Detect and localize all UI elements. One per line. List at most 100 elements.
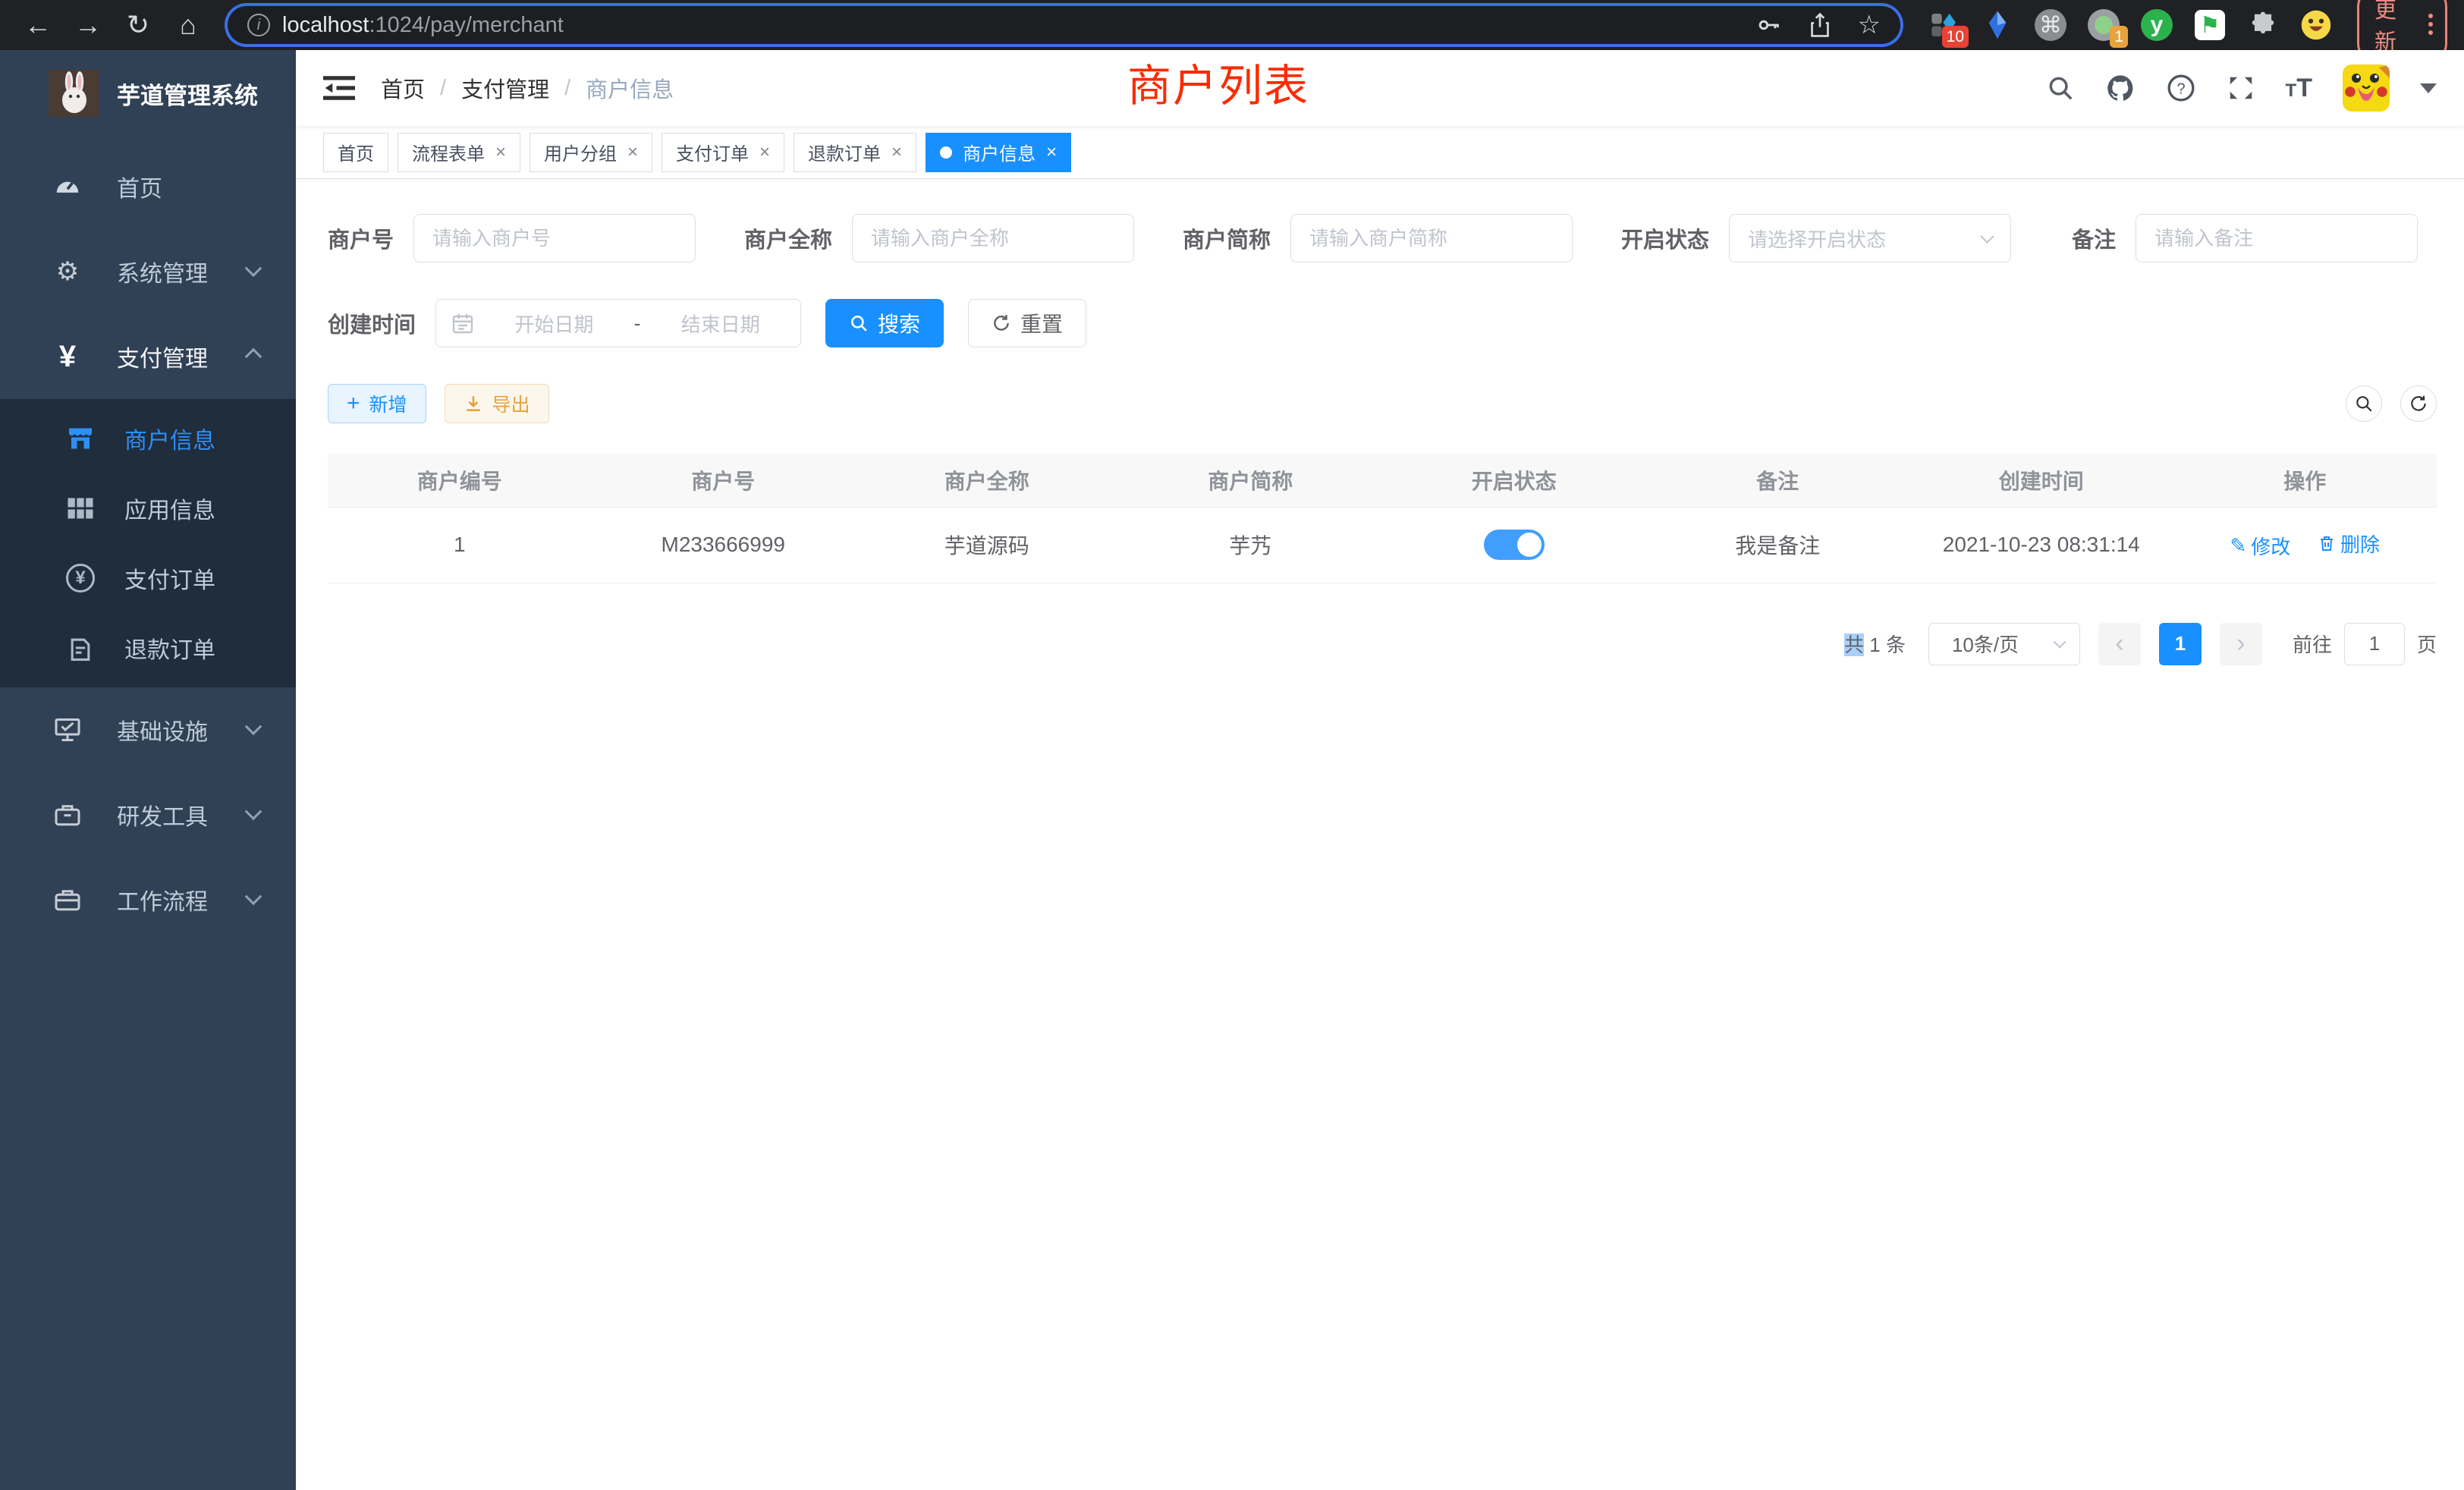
sidebar: 芋道管理系统 首页 ⚙ 系统管理 (0, 50, 296, 1490)
close-icon[interactable]: × (627, 142, 638, 163)
tab-label: 商户信息 (963, 139, 1036, 165)
dashboard-icon (50, 172, 85, 201)
page-info-icon[interactable]: i (247, 14, 270, 36)
sidebar-collapse-icon[interactable] (323, 74, 355, 102)
address-bar[interactable]: i localhost:1024/pay/merchant ☆ (228, 6, 1900, 44)
back-icon[interactable]: ← (17, 4, 59, 46)
forward-icon[interactable]: → (67, 4, 109, 46)
tab-process-form[interactable]: 流程表单 × (398, 133, 520, 172)
avatar-caret-icon[interactable] (2420, 83, 2437, 93)
tab-label: 用户分组 (544, 139, 617, 165)
tab-pay-order[interactable]: 支付订单 × (662, 133, 784, 172)
github-icon[interactable] (2105, 73, 2136, 103)
sidebar-item-label: 基础设施 (117, 713, 208, 747)
close-icon[interactable]: × (495, 142, 506, 163)
app-title: 芋道管理系统 (117, 77, 258, 111)
avatar[interactable] (2343, 64, 2390, 112)
create-time-label: 创建时间 (328, 307, 416, 339)
extension-kite-icon[interactable] (1981, 8, 2014, 42)
close-icon[interactable]: × (1046, 142, 1057, 163)
sidebar-item-system[interactable]: ⚙ 系统管理 (0, 229, 296, 314)
extension-command-icon[interactable]: ⌘ (2034, 8, 2067, 42)
remark-input[interactable] (2136, 214, 2418, 262)
tab-label: 首页 (338, 139, 374, 165)
update-label: 更新 (2374, 0, 2416, 56)
export-button[interactable]: 导出 (445, 384, 549, 423)
help-icon[interactable]: ? (2166, 73, 2196, 103)
sidebar-item-app-info[interactable]: 应用信息 (0, 473, 296, 543)
sidebar-item-label: 研发工具 (117, 798, 208, 831)
col-actions: 操作 (2173, 454, 2437, 507)
table-header-row: 商户编号 商户号 商户全称 商户简称 开启状态 备注 创建时间 操作 (328, 454, 2437, 507)
sidebar-item-home[interactable]: 首页 (0, 144, 296, 229)
full-name-input[interactable] (852, 214, 1134, 262)
search-icon[interactable] (2046, 74, 2075, 102)
sidebar-item-devtools[interactable]: 研发工具 (0, 772, 296, 857)
fullscreen-icon[interactable] (2227, 74, 2255, 102)
tab-user-group[interactable]: 用户分组 × (530, 133, 652, 172)
extension-emoji-icon[interactable] (2299, 8, 2333, 42)
font-size-icon[interactable]: TT (2286, 74, 2312, 103)
tab-merchant-info[interactable]: 商户信息 × (926, 133, 1071, 172)
status-select[interactable]: 请选择开启状态 (1729, 214, 2011, 262)
search-button[interactable]: 搜索 (825, 299, 944, 347)
page-1-button[interactable]: 1 (2159, 623, 2202, 665)
tab-refund-order[interactable]: 退款订单 × (794, 133, 916, 172)
extension-gray-circle-icon[interactable]: 1 (2087, 8, 2120, 42)
sidebar-item-payment[interactable]: ¥ 支付管理 (0, 314, 296, 399)
home-icon[interactable]: ⌂ (167, 4, 209, 46)
close-icon[interactable]: × (891, 142, 902, 163)
chrome-menu-icon[interactable] (2428, 14, 2433, 35)
col-merchant-no: 商户号 (592, 454, 856, 507)
extension-flag-icon[interactable]: ⚑ (2193, 8, 2227, 42)
chevron-down-icon (245, 803, 262, 820)
chevron-down-icon (245, 718, 262, 735)
add-button[interactable]: + 新增 (328, 384, 426, 423)
delete-link[interactable]: 删除 (2318, 530, 2380, 558)
tab-label: 支付订单 (676, 139, 749, 165)
page-size-select[interactable]: 10条/页 (1928, 623, 2080, 665)
sidebar-item-workflow[interactable]: 工作流程 (0, 857, 296, 942)
merchant-table: 商户编号 商户号 商户全称 商户简称 开启状态 备注 创建时间 操作 1 (328, 454, 2437, 583)
sidebar-item-pay-order[interactable]: ¥ 支付订单 (0, 543, 296, 613)
reset-button[interactable]: 重置 (968, 299, 1086, 347)
next-page-button[interactable]: › (2220, 623, 2262, 665)
merchant-no-input[interactable] (413, 214, 696, 262)
short-name-input[interactable] (1290, 214, 1573, 262)
app-logo (49, 70, 99, 117)
tab-home[interactable]: 首页 (323, 133, 388, 172)
status-toggle[interactable] (1484, 530, 1545, 560)
sidebar-item-refund-order[interactable]: 退款订单 (0, 613, 296, 683)
status-label: 开启状态 (1621, 222, 1709, 254)
extension-puzzle-icon[interactable] (2246, 8, 2280, 42)
extension-y-icon[interactable]: y (2140, 8, 2173, 42)
sidebar-item-merchant-info[interactable]: 商户信息 (0, 404, 296, 473)
breadcrumb-payment[interactable]: 支付管理 (461, 72, 549, 104)
reload-icon[interactable]: ↻ (117, 4, 159, 46)
yen-circle-icon: ¥ (59, 564, 102, 593)
table-row: 1 M233666999 芋道源码 芋艿 我是备注 2021-10-23 08:… (328, 507, 2437, 583)
sidebar-item-label: 支付管理 (117, 340, 208, 373)
toggle-search-button[interactable] (2346, 385, 2382, 422)
extension-tiles-icon[interactable]: 10 (1928, 8, 1961, 42)
sidebar-item-infra[interactable]: 基础设施 (0, 687, 296, 772)
col-full-name: 商户全称 (855, 454, 1119, 507)
bookmark-star-icon[interactable]: ☆ (1858, 10, 1881, 40)
total-text: 共 1 条 (1844, 630, 1906, 658)
close-icon[interactable]: × (759, 142, 770, 163)
breadcrumb-home[interactable]: 首页 (381, 72, 425, 104)
app-logo-row[interactable]: 芋道管理系统 (0, 50, 296, 132)
prev-page-button[interactable]: ‹ (2098, 623, 2141, 665)
edit-link[interactable]: ✎ 修改 (2230, 532, 2290, 560)
refresh-button[interactable] (2400, 385, 2437, 422)
password-key-icon[interactable] (1756, 12, 1782, 38)
goto-page-input[interactable] (2344, 623, 2405, 665)
top-navbar: 首页 / 支付管理 / 商户信息 (296, 50, 2464, 126)
share-icon[interactable] (1808, 12, 1832, 38)
total-highlight: 共 (1844, 633, 1864, 656)
create-time-range-picker[interactable]: 开始日期 - 结束日期 (435, 299, 801, 347)
page-size-value: 10条/页 (1952, 630, 2019, 658)
goto-suffix: 页 (2417, 630, 2437, 658)
status-placeholder: 请选择开启状态 (1748, 225, 1886, 253)
end-date-placeholder: 结束日期 (655, 310, 785, 338)
